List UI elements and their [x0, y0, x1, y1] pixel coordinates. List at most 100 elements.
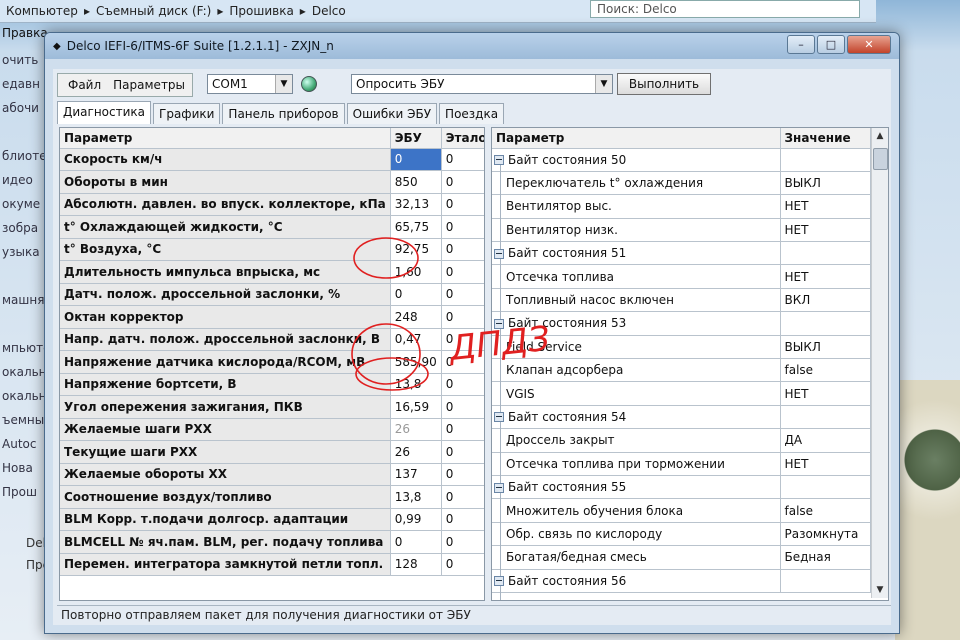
- table-row[interactable]: Датч. полож. дроссельной заслонки, % 0 0: [60, 283, 484, 306]
- ecu-value[interactable]: 0: [390, 148, 442, 171]
- ecu-value[interactable]: 16,59: [390, 395, 442, 419]
- ref-value[interactable]: 0: [441, 440, 484, 464]
- action-select[interactable]: Опросить ЭБУ ▼: [351, 74, 613, 94]
- address-part[interactable]: Компьютер: [6, 4, 78, 18]
- table-row[interactable]: Богатая/бедная смесь Бедная: [492, 545, 871, 570]
- table-row[interactable]: Текущие шаги РХХ 26 0: [60, 440, 484, 464]
- ecu-value[interactable]: 0,47: [390, 328, 442, 351]
- ref-value[interactable]: 0: [441, 305, 484, 329]
- collapse-icon[interactable]: [494, 155, 504, 166]
- table-row[interactable]: BLMCELL № яч.пам. BLM, рег. подачу топли…: [60, 530, 484, 554]
- chevron-down-icon[interactable]: ▼: [275, 75, 292, 93]
- table-row[interactable]: Вентилятор низк. НЕТ: [492, 218, 871, 243]
- maximize-button[interactable]: □: [817, 35, 845, 54]
- table-row[interactable]: Отсечка топлива при торможении НЕТ: [492, 452, 871, 476]
- ref-value[interactable]: 0: [441, 373, 484, 396]
- ecu-value[interactable]: 32,13: [390, 193, 442, 216]
- table-row[interactable]: Абсолютн. давлен. во впуск. коллекторе, …: [60, 193, 484, 216]
- table-row[interactable]: Обороты в мин 850 0: [60, 170, 484, 194]
- execute-button[interactable]: Выполнить: [617, 73, 711, 95]
- scroll-thumb[interactable]: [873, 148, 888, 170]
- ecu-value[interactable]: 13,8: [390, 373, 442, 396]
- collapse-icon[interactable]: [494, 248, 504, 259]
- table-row[interactable]: Отсечка топлива НЕТ: [492, 264, 871, 289]
- chevron-down-icon[interactable]: ▼: [595, 75, 612, 93]
- sidebar-item[interactable]: окальн: [0, 360, 48, 384]
- ecu-value[interactable]: 13,8: [390, 485, 442, 509]
- column-header-ecu[interactable]: ЭБУ: [390, 128, 442, 149]
- sidebar-item[interactable]: машня: [0, 288, 48, 312]
- menu-item[interactable]: Правка: [2, 26, 48, 46]
- table-row[interactable]: Угол опережения зажигания, ПКВ 16,59 0: [60, 395, 484, 419]
- ref-value[interactable]: 0: [441, 463, 484, 486]
- table-row[interactable]: Дроссель закрыт ДА: [492, 428, 871, 453]
- table-row[interactable]: Напряжение бортсети, В 13,8 0: [60, 373, 484, 396]
- sidebar-item[interactable]: Autoc: [0, 432, 48, 456]
- table-row[interactable]: Напряжение датчика кислорода/RCOM, мВ 585…: [60, 350, 484, 374]
- sidebar-item[interactable]: едавн: [0, 72, 48, 96]
- sidebar-item[interactable]: [0, 120, 48, 144]
- address-part[interactable]: Delco: [312, 4, 346, 18]
- column-header-param[interactable]: Параметр: [60, 128, 391, 149]
- sidebar-item[interactable]: ъемны: [0, 408, 48, 432]
- ecu-value[interactable]: 128: [390, 553, 442, 576]
- ecu-value[interactable]: 26: [390, 418, 442, 441]
- ecu-value[interactable]: 92,75: [390, 238, 442, 261]
- ref-value[interactable]: 0: [441, 193, 484, 216]
- table-row[interactable]: Field Service ВЫКЛ: [492, 335, 871, 360]
- ecu-value[interactable]: 137: [390, 463, 442, 486]
- group-row[interactable]: Байт состояния 55: [492, 475, 871, 500]
- table-row[interactable]: Перемен. интегратора замкнутой петли топ…: [60, 553, 484, 576]
- table-row[interactable]: Топливный насос включен ВКЛ: [492, 288, 871, 313]
- column-header-value[interactable]: Значение: [780, 128, 871, 149]
- ecu-value[interactable]: 850: [390, 170, 442, 194]
- table-row[interactable]: Множитель обучения блока false: [492, 498, 871, 523]
- table-row[interactable]: VGIS НЕТ: [492, 381, 871, 406]
- collapse-icon[interactable]: [494, 412, 504, 423]
- table-row[interactable]: Вентилятор выс. НЕТ: [492, 194, 871, 219]
- port-select[interactable]: COM1 ▼: [207, 74, 293, 94]
- ref-value[interactable]: 0: [441, 530, 484, 554]
- tab-dashboard[interactable]: Панель приборов: [222, 103, 345, 124]
- table-row[interactable]: Обр. связь по кислороду Разомкнута: [492, 522, 871, 547]
- tab-diagnostics[interactable]: Диагностика: [57, 101, 152, 124]
- ref-value[interactable]: 0: [441, 215, 484, 239]
- menu-file[interactable]: Файл: [68, 78, 101, 92]
- table-row[interactable]: Желаемые шаги РХХ 26 0: [60, 418, 484, 441]
- minimize-button[interactable]: –: [787, 35, 815, 54]
- sidebar-item[interactable]: мпьюте: [0, 336, 48, 360]
- table-row[interactable]: Желаемые обороты ХХ 137 0: [60, 463, 484, 486]
- vertical-scrollbar[interactable]: ▲ ▼: [871, 128, 888, 598]
- search-input[interactable]: Поиск: Delco: [590, 0, 860, 18]
- table-row[interactable]: Клапан адсорбера false: [492, 358, 871, 383]
- table-row[interactable]: t° Охлаждающей жидкости, °С 65,75 0: [60, 215, 484, 239]
- address-part[interactable]: Прошивка: [229, 4, 293, 18]
- close-button[interactable]: ✕: [847, 35, 891, 54]
- sidebar-item[interactable]: абочи: [0, 96, 48, 120]
- sidebar-item[interactable]: окальн: [0, 384, 48, 408]
- sidebar-item[interactable]: Прош: [0, 480, 48, 504]
- table-row[interactable]: Напр. датч. полож. дроссельной заслонки,…: [60, 328, 484, 351]
- column-header-param[interactable]: Параметр: [492, 128, 781, 149]
- sidebar-item[interactable]: блиоте: [0, 144, 48, 168]
- table-row[interactable]: Длительность импульса впрыска, мс 1,60 0: [60, 260, 484, 284]
- table-row[interactable]: Соотношение воздух/топливо 13,8 0: [60, 485, 484, 509]
- group-row[interactable]: Байт состояния 54: [492, 405, 871, 430]
- ecu-value[interactable]: 585,90: [390, 350, 442, 374]
- ref-value[interactable]: 0: [441, 553, 484, 576]
- table-row[interactable]: Переключатель t° охлаждения ВЫКЛ: [492, 171, 871, 196]
- ref-value[interactable]: 0: [441, 508, 484, 531]
- ref-value[interactable]: 0: [441, 328, 484, 351]
- tab-graphs[interactable]: Графики: [153, 103, 221, 124]
- ref-value[interactable]: 0: [441, 148, 484, 171]
- sidebar-item[interactable]: [0, 264, 48, 288]
- title-bar[interactable]: ◆ Delco IEFI-6/ITMS-6F Suite [1.2.1.1] -…: [45, 33, 899, 59]
- ecu-value[interactable]: 248: [390, 305, 442, 329]
- tab-ecu-errors[interactable]: Ошибки ЭБУ: [346, 103, 438, 124]
- group-row[interactable]: Байт состояния 51: [492, 241, 871, 266]
- ecu-value[interactable]: 26: [390, 440, 442, 464]
- ecu-value[interactable]: 0: [390, 530, 442, 554]
- scroll-up-icon[interactable]: ▲: [872, 128, 888, 144]
- ref-value[interactable]: 0: [441, 283, 484, 306]
- collapse-icon[interactable]: [494, 318, 504, 329]
